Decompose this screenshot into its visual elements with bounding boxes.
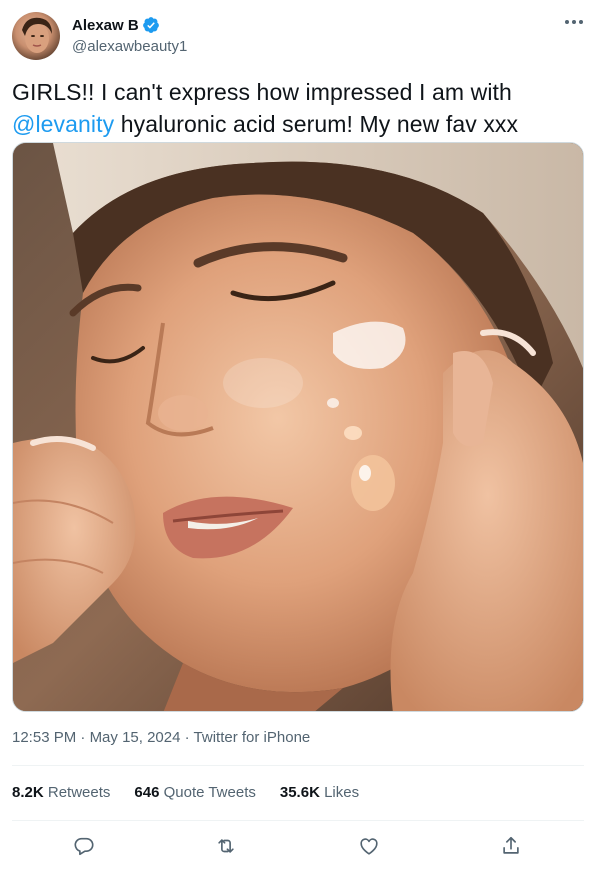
more-icon[interactable] xyxy=(560,12,588,32)
tweet-stats: 8.2K Retweets 646 Quote Tweets 35.6K Lik… xyxy=(12,784,383,801)
like-icon[interactable] xyxy=(353,830,385,862)
retweets-count: 8.2K xyxy=(12,784,44,801)
tweet-date[interactable]: May 15, 2024 xyxy=(90,729,181,746)
tweet-text-part1: GIRLS!! I can't express how impressed I … xyxy=(12,79,512,105)
verified-badge-icon xyxy=(142,16,160,34)
tweet-source[interactable]: Twitter for iPhone xyxy=(194,729,311,746)
avatar-image xyxy=(22,17,52,53)
retweet-icon[interactable] xyxy=(210,830,242,862)
quote-tweets-stat[interactable]: 646 Quote Tweets xyxy=(134,784,255,801)
author-display-name[interactable]: Alexaw B xyxy=(72,17,139,34)
mention-link[interactable]: @levanity xyxy=(12,111,114,137)
tweet-card: Alexaw B @alexawbeauty1 GIRLS!! I can't … xyxy=(0,0,596,881)
likes-label: Likes xyxy=(319,784,360,801)
share-icon[interactable] xyxy=(495,830,527,862)
quote-tweets-label: Quote Tweets xyxy=(159,784,256,801)
retweets-stat[interactable]: 8.2K Retweets xyxy=(12,784,110,801)
author-name-row: Alexaw B xyxy=(72,15,160,35)
tweet-meta: 12:53 PM · May 15, 2024 · Twitter for iP… xyxy=(12,729,310,746)
author-handle[interactable]: @alexawbeauty1 xyxy=(72,38,187,55)
media-photo xyxy=(13,143,583,711)
tweet-text-part2: hyaluronic acid serum! My new fav xxx xyxy=(114,111,519,137)
likes-count: 35.6K xyxy=(279,784,320,801)
tweet-media-image[interactable] xyxy=(12,142,584,712)
divider-bottom xyxy=(12,820,584,821)
meta-separator-1: · xyxy=(76,729,90,746)
reply-icon[interactable] xyxy=(68,830,100,862)
divider-top xyxy=(12,765,584,766)
tweet-time[interactable]: 12:53 PM xyxy=(12,729,76,746)
likes-stat[interactable]: 35.6K Likes xyxy=(280,784,359,801)
quote-tweets-count: 646 xyxy=(134,784,160,801)
retweets-label: Retweets xyxy=(43,784,111,801)
meta-separator-2: · xyxy=(180,729,194,746)
avatar[interactable] xyxy=(12,12,60,60)
tweet-text: GIRLS!! I can't express how impressed I … xyxy=(12,76,584,140)
tweet-actions xyxy=(12,830,584,862)
